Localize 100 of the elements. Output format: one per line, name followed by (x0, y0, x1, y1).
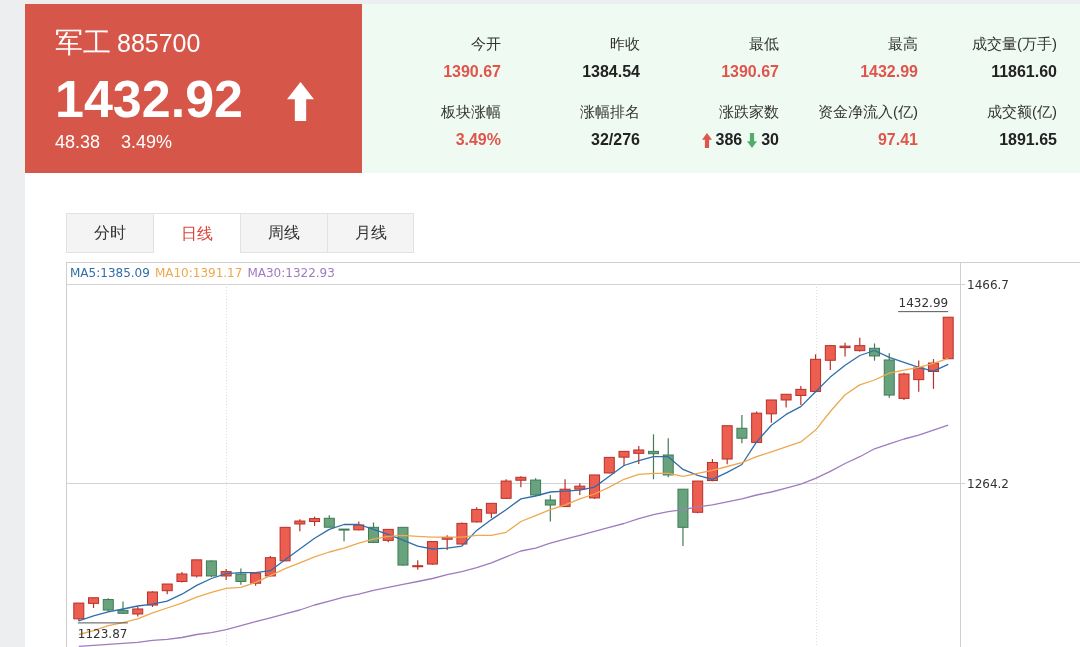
candlestick (618, 450, 630, 467)
axis-label: 1264.2 (967, 476, 1009, 491)
candlestick (633, 445, 645, 465)
candlestick (544, 494, 556, 523)
candlestick (73, 602, 85, 622)
candlestick (824, 345, 836, 371)
stat-value: 97.41 (877, 130, 918, 150)
candlestick (692, 480, 704, 514)
price-value: 1432.92 (55, 71, 243, 127)
candlestick (338, 528, 350, 542)
stat-value: 1384.54 (582, 62, 640, 82)
candlestick (382, 528, 394, 543)
stat-label: 今开 (471, 34, 501, 54)
sector-name: 军工 (55, 26, 111, 60)
axis-label: 1466.7 (967, 277, 1009, 292)
candlestick (751, 410, 763, 444)
stat-value: 1390.67 (443, 62, 501, 82)
candlestick (898, 372, 910, 401)
candlestick (942, 316, 954, 360)
candlestick (736, 414, 748, 444)
candlestick (191, 559, 203, 579)
candlestick (161, 583, 173, 595)
stat-label: 涨幅排名 (580, 102, 640, 122)
stat-label: 板块涨幅 (441, 102, 501, 122)
candlestick (353, 520, 365, 531)
candlestick (220, 568, 232, 581)
candlestick (323, 514, 335, 528)
candlestick (441, 534, 453, 551)
candlestick (88, 597, 100, 609)
candlestick (309, 516, 321, 527)
leader-line (897, 311, 949, 313)
stat-value: 1390.67 (721, 62, 779, 82)
candlestick (264, 555, 276, 578)
stat-label: 最高 (888, 34, 918, 54)
candlestick (117, 600, 129, 615)
candlestick (574, 482, 586, 496)
stat-value: 32/276 (591, 130, 640, 150)
candlestick (456, 521, 468, 546)
legend-label: MA5:1385.09 (70, 265, 150, 281)
change-percent: 3.49% (121, 131, 173, 153)
candlestick (706, 458, 718, 482)
stat-value: 3.49% (455, 130, 501, 150)
candlestick (294, 518, 306, 532)
arrow-down-icon (747, 132, 758, 148)
stat-label: 最低 (749, 34, 779, 54)
sector-code: 885700 (117, 28, 201, 59)
candlestick (810, 353, 822, 393)
candlestick (854, 337, 866, 353)
candlestick (780, 393, 792, 409)
candlestick (132, 605, 144, 618)
max-price-label: 1432.99 (898, 296, 949, 311)
candlestick (913, 359, 925, 393)
candlestick (515, 475, 527, 488)
legend-label: MA10:1391.17 (154, 265, 243, 281)
candlestick (559, 478, 571, 508)
candlestick (485, 502, 497, 519)
stat-label: 成交量(万手) (972, 34, 1057, 54)
candlestick (869, 342, 880, 362)
arrow-up-icon (701, 132, 712, 148)
candlestick (883, 352, 895, 399)
candlestick (279, 526, 291, 562)
candlestick (500, 478, 512, 500)
stat-label: 昨收 (610, 34, 640, 54)
candlestick (368, 521, 379, 544)
change-value: 48.38 (55, 131, 101, 153)
min-price-label: 1123.87 (77, 626, 128, 641)
rise-count: 386 (715, 130, 743, 150)
candlestick (721, 425, 733, 465)
fall-count: 30 (761, 130, 779, 150)
stat-value: 1891.65 (999, 130, 1057, 150)
candlestick (235, 567, 247, 586)
stat-label: 资金净流入(亿) (818, 102, 918, 122)
chart-tab[interactable]: 分时 (66, 213, 153, 253)
candlestick (765, 399, 777, 424)
candlestick (250, 572, 262, 587)
candlestick (426, 540, 438, 566)
leader-line (77, 622, 129, 624)
chart-tab[interactable]: 周线 (240, 213, 327, 253)
candlestick (662, 437, 674, 478)
candlestick (176, 571, 188, 584)
candlestick (677, 488, 689, 547)
candlestick (102, 597, 114, 613)
candlestick (412, 559, 424, 571)
candlestick (927, 358, 939, 390)
candlestick (795, 385, 807, 406)
candlestick (648, 433, 659, 480)
candlestick (205, 559, 217, 578)
chart-tab[interactable]: 日线 (153, 213, 240, 253)
stat-value: 11861.60 (991, 62, 1057, 82)
stat-label: 成交额(亿) (987, 102, 1057, 122)
candlestick (471, 506, 483, 524)
candlestick (530, 477, 542, 497)
candlestick (147, 590, 158, 608)
chart-tab[interactable]: 月线 (327, 213, 414, 253)
stat-value: 1432.99 (860, 62, 918, 82)
candlestick (839, 342, 851, 358)
candlestick (397, 526, 409, 567)
candlestick (603, 456, 615, 474)
legend-label: MA30:1322.93 (247, 265, 335, 281)
stat-label: 涨跌家数 (719, 102, 779, 122)
